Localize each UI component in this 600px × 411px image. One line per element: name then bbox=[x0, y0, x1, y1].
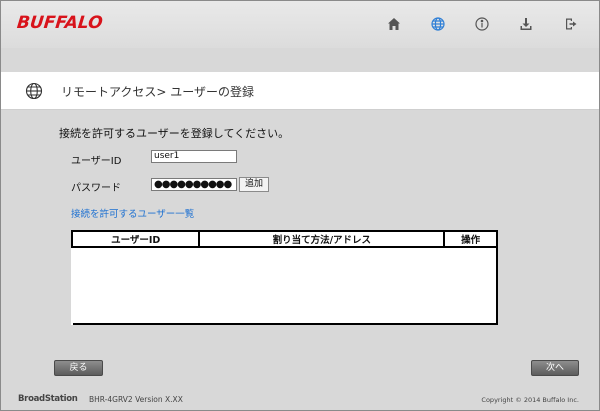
header-separator bbox=[1, 48, 599, 72]
allowed-users-table: ユーザーID 割り当て方法/アドレス 操作 bbox=[70, 230, 498, 325]
back-button[interactable]: 戻る bbox=[54, 360, 103, 376]
column-header-address: 割り当て方法/アドレス bbox=[198, 230, 446, 248]
page-title-bar: リモートアクセス> ユーザーの登録 bbox=[1, 72, 599, 110]
page-title: リモートアクセス> ユーザーの登録 bbox=[61, 85, 255, 99]
globe-icon bbox=[25, 82, 43, 100]
table-empty-row bbox=[72, 247, 497, 324]
column-header-user-id: ユーザーID bbox=[70, 230, 201, 248]
header-bar: BUFFALO bbox=[1, 1, 599, 48]
home-icon[interactable] bbox=[384, 14, 404, 34]
add-button[interactable]: 追加 bbox=[239, 177, 270, 192]
model-version: BHR-4GRV2 Version X.XX bbox=[89, 395, 183, 404]
next-button[interactable]: 次へ bbox=[531, 360, 579, 376]
footer: BroadStation BHR-4GRV2 Version X.XX Copy… bbox=[1, 389, 599, 410]
allowed-users-link[interactable]: 接続を許可するユーザー一覧 bbox=[71, 206, 194, 220]
globe-icon[interactable] bbox=[428, 14, 448, 34]
registration-form: 接続を許可するユーザーを登録してください。 ユーザーID user1 パスワード… bbox=[1, 111, 599, 351]
copyright-text: Copyright © 2014 Buffalo Inc. bbox=[481, 396, 579, 404]
column-header-action: 操作 bbox=[443, 230, 498, 248]
password-input[interactable]: ●●●●●●●●●● bbox=[151, 178, 237, 191]
instruction-text: 接続を許可するユーザーを登録してください。 bbox=[59, 127, 290, 140]
buffalo-logo[interactable]: BUFFALO bbox=[16, 13, 104, 33]
download-icon[interactable] bbox=[516, 14, 536, 34]
info-icon[interactable] bbox=[472, 14, 492, 34]
user-id-label: ユーザーID bbox=[71, 156, 122, 167]
logout-icon[interactable] bbox=[561, 14, 581, 34]
password-label: パスワード bbox=[71, 183, 121, 194]
user-id-input[interactable]: user1 bbox=[151, 150, 237, 163]
brand-name: BroadStation bbox=[18, 394, 78, 404]
